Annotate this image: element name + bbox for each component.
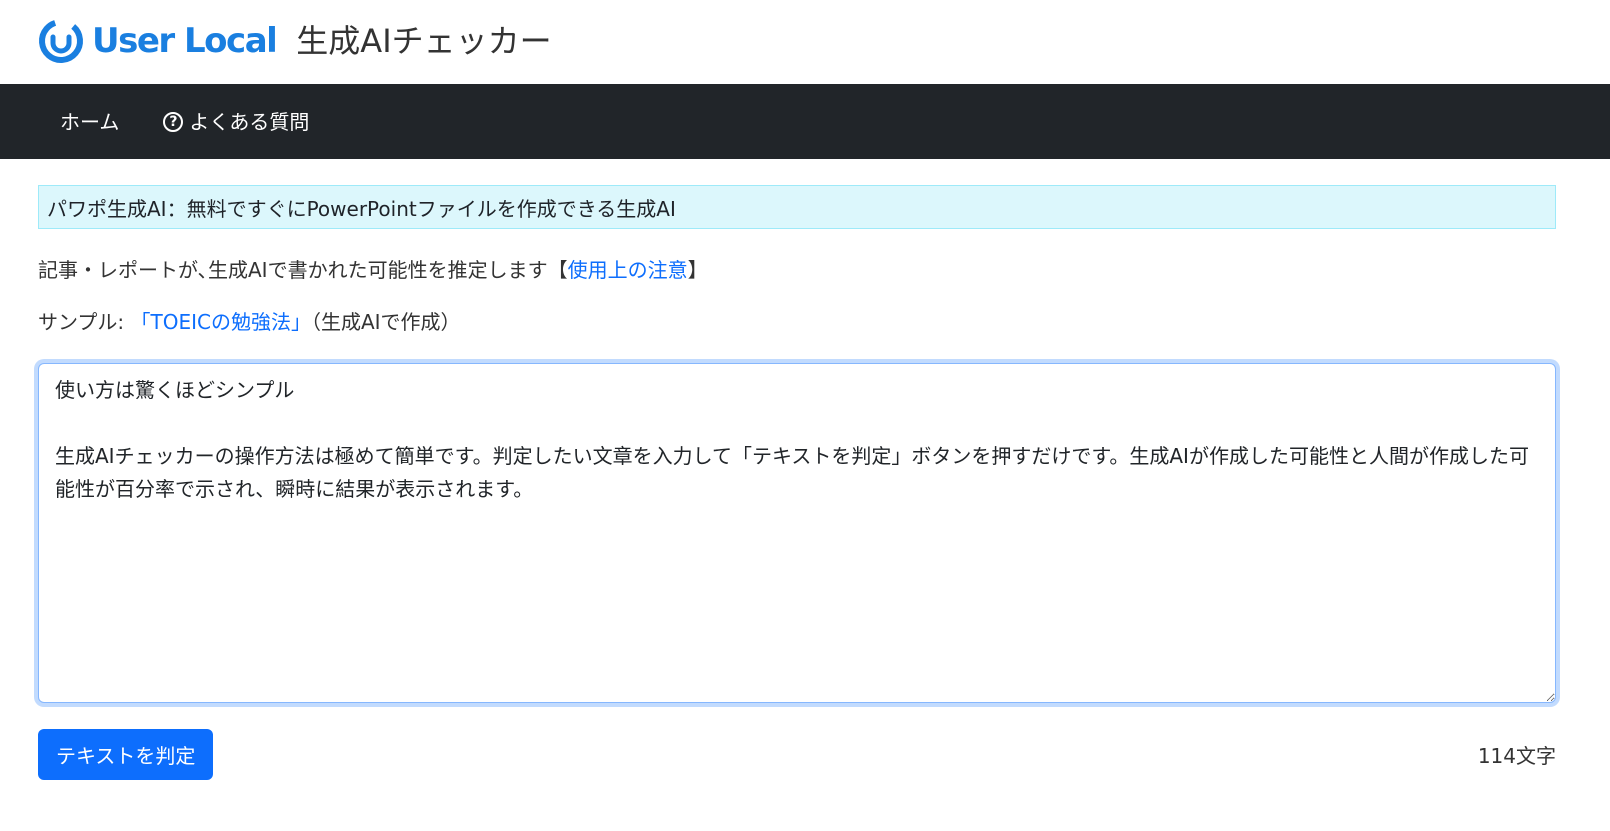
text-input[interactable] xyxy=(38,363,1556,703)
sample-line: サンプル: 「TOEICの勉強法」（生成AIで作成） xyxy=(38,307,1556,337)
sample-suffix: （生成AIで作成） xyxy=(310,310,461,334)
description-text: 記事・レポートが､生成AIで書かれた可能性を推定します【 xyxy=(38,258,568,282)
main-content: パワポ生成AI：無料ですぐにPowerPointファイルを作成できる生成AI 記… xyxy=(38,185,1556,780)
sample-link[interactable]: 「TOEICの勉強法」 xyxy=(131,310,311,334)
userlocal-logo-icon xyxy=(39,19,83,63)
textbox-wrapper xyxy=(38,363,1556,707)
judge-text-button[interactable]: テキストを判定 xyxy=(38,729,214,780)
promo-banner[interactable]: パワポ生成AI：無料ですぐにPowerPointファイルを作成できる生成AI xyxy=(38,185,1556,229)
site-header: User Local 生成AIチェッカー xyxy=(0,0,1610,84)
question-circle-icon: ? xyxy=(163,111,184,132)
character-count: 114文字 xyxy=(1477,744,1556,768)
brand-name: User Local xyxy=(92,21,278,61)
nav-home-label: ホーム xyxy=(60,109,120,134)
usage-notes-link[interactable]: 使用上の注意 xyxy=(568,258,688,282)
brand[interactable]: User Local 生成AIチェッカー xyxy=(38,16,552,66)
product-name: 生成AIチェッカー xyxy=(296,22,552,60)
nav-faq-link[interactable]: ? よくある質問 xyxy=(147,107,325,137)
description-suffix: 】 xyxy=(687,258,708,282)
description-line: 記事・レポートが､生成AIで書かれた可能性を推定します【使用上の注意】 xyxy=(38,255,1556,285)
action-row: テキストを判定 114文字 xyxy=(38,729,1556,780)
sample-prefix: サンプル: xyxy=(38,310,131,334)
promo-banner-text: パワポ生成AI：無料ですぐにPowerPointファイルを作成できる生成AI xyxy=(47,196,676,221)
nav-home-link[interactable]: ホーム xyxy=(44,107,135,137)
navbar: ホーム ? よくある質問 xyxy=(0,84,1610,159)
nav-faq-label: よくある質問 xyxy=(189,109,310,134)
